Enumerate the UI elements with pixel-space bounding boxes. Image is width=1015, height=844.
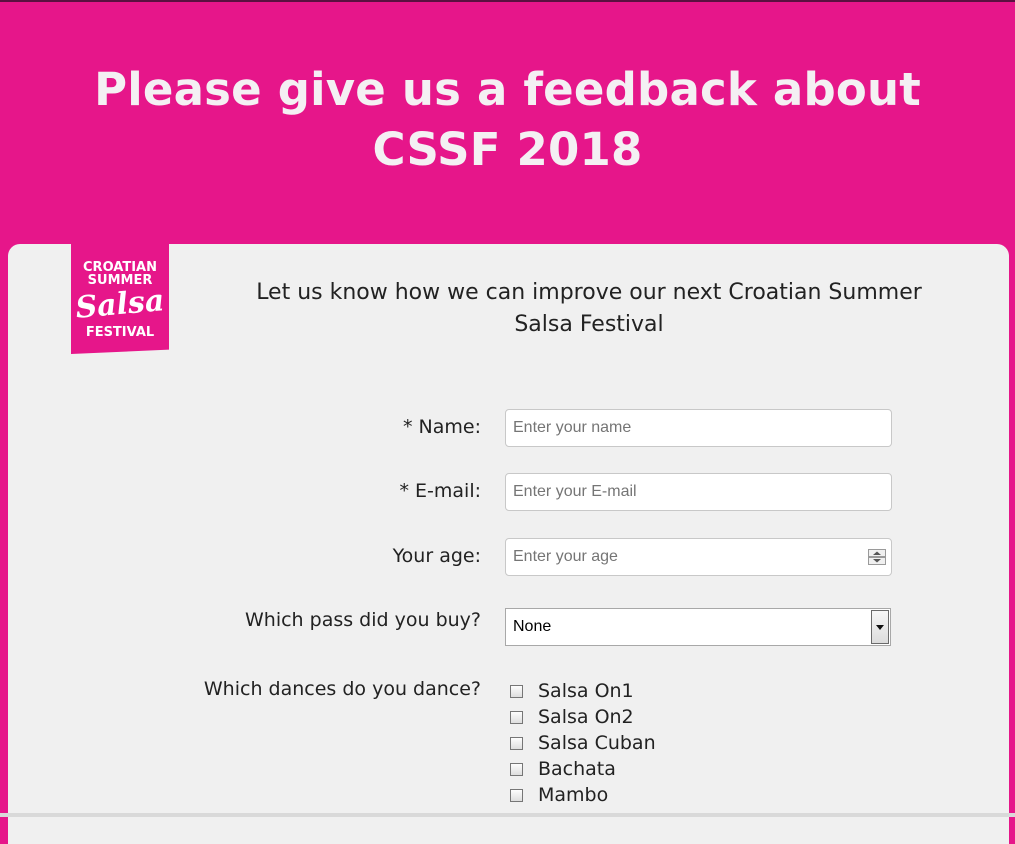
dances-label: Which dances do you dance? [203, 678, 481, 700]
checkbox[interactable] [510, 788, 523, 802]
email-label: * E-mail: [399, 480, 481, 502]
chevron-down-icon[interactable] [871, 610, 889, 644]
age-label: Your age: [392, 545, 481, 567]
festival-logo: CROATIAN SUMMER Salsa FESTIVAL [71, 244, 169, 354]
age-stepper[interactable] [868, 549, 886, 565]
form-subtitle: Let us know how we can improve our next … [200, 277, 978, 341]
dance-option-label: Bachata [538, 758, 616, 780]
dance-option-label: Salsa On2 [538, 706, 634, 728]
name-label: * Name: [403, 416, 481, 438]
page-title-line-2: CSSF 2018 [372, 123, 643, 176]
dance-option-salsa-on1[interactable]: Salsa On1 [510, 678, 634, 704]
dance-option-label: Salsa On1 [538, 680, 634, 702]
page-title: Please give us a feedback about CSSF 201… [0, 60, 1015, 180]
dance-option-salsa-cuban[interactable]: Salsa Cuban [510, 730, 656, 756]
form-subtitle-line-1: Let us know how we can improve our next … [256, 280, 922, 305]
pass-select[interactable]: None [505, 608, 891, 646]
dance-option-salsa-on2[interactable]: Salsa On2 [510, 704, 634, 730]
age-input[interactable] [505, 538, 892, 576]
checkbox[interactable] [510, 684, 523, 698]
name-input[interactable] [505, 409, 892, 447]
pass-label: Which pass did you buy? [245, 609, 481, 631]
dance-option-label: Mambo [538, 784, 609, 806]
top-border [0, 0, 1015, 2]
email-input[interactable] [505, 473, 892, 511]
checkbox[interactable] [510, 710, 523, 724]
logo-text-festival: FESTIVAL [86, 325, 154, 340]
dance-option-label: Salsa Cuban [538, 732, 656, 754]
checkbox[interactable] [510, 762, 523, 776]
logo-text-salsa: Salsa [74, 283, 166, 326]
checkbox[interactable] [510, 736, 523, 750]
dance-option-bachata[interactable]: Bachata [510, 756, 616, 782]
pass-select-value: None [513, 618, 552, 635]
page-title-line-1: Please give us a feedback about [94, 63, 921, 116]
form-subtitle-line-2: Salsa Festival [514, 312, 664, 337]
dance-option-mambo[interactable]: Mambo [510, 782, 608, 808]
horizontal-scrollbar[interactable] [0, 813, 1015, 817]
